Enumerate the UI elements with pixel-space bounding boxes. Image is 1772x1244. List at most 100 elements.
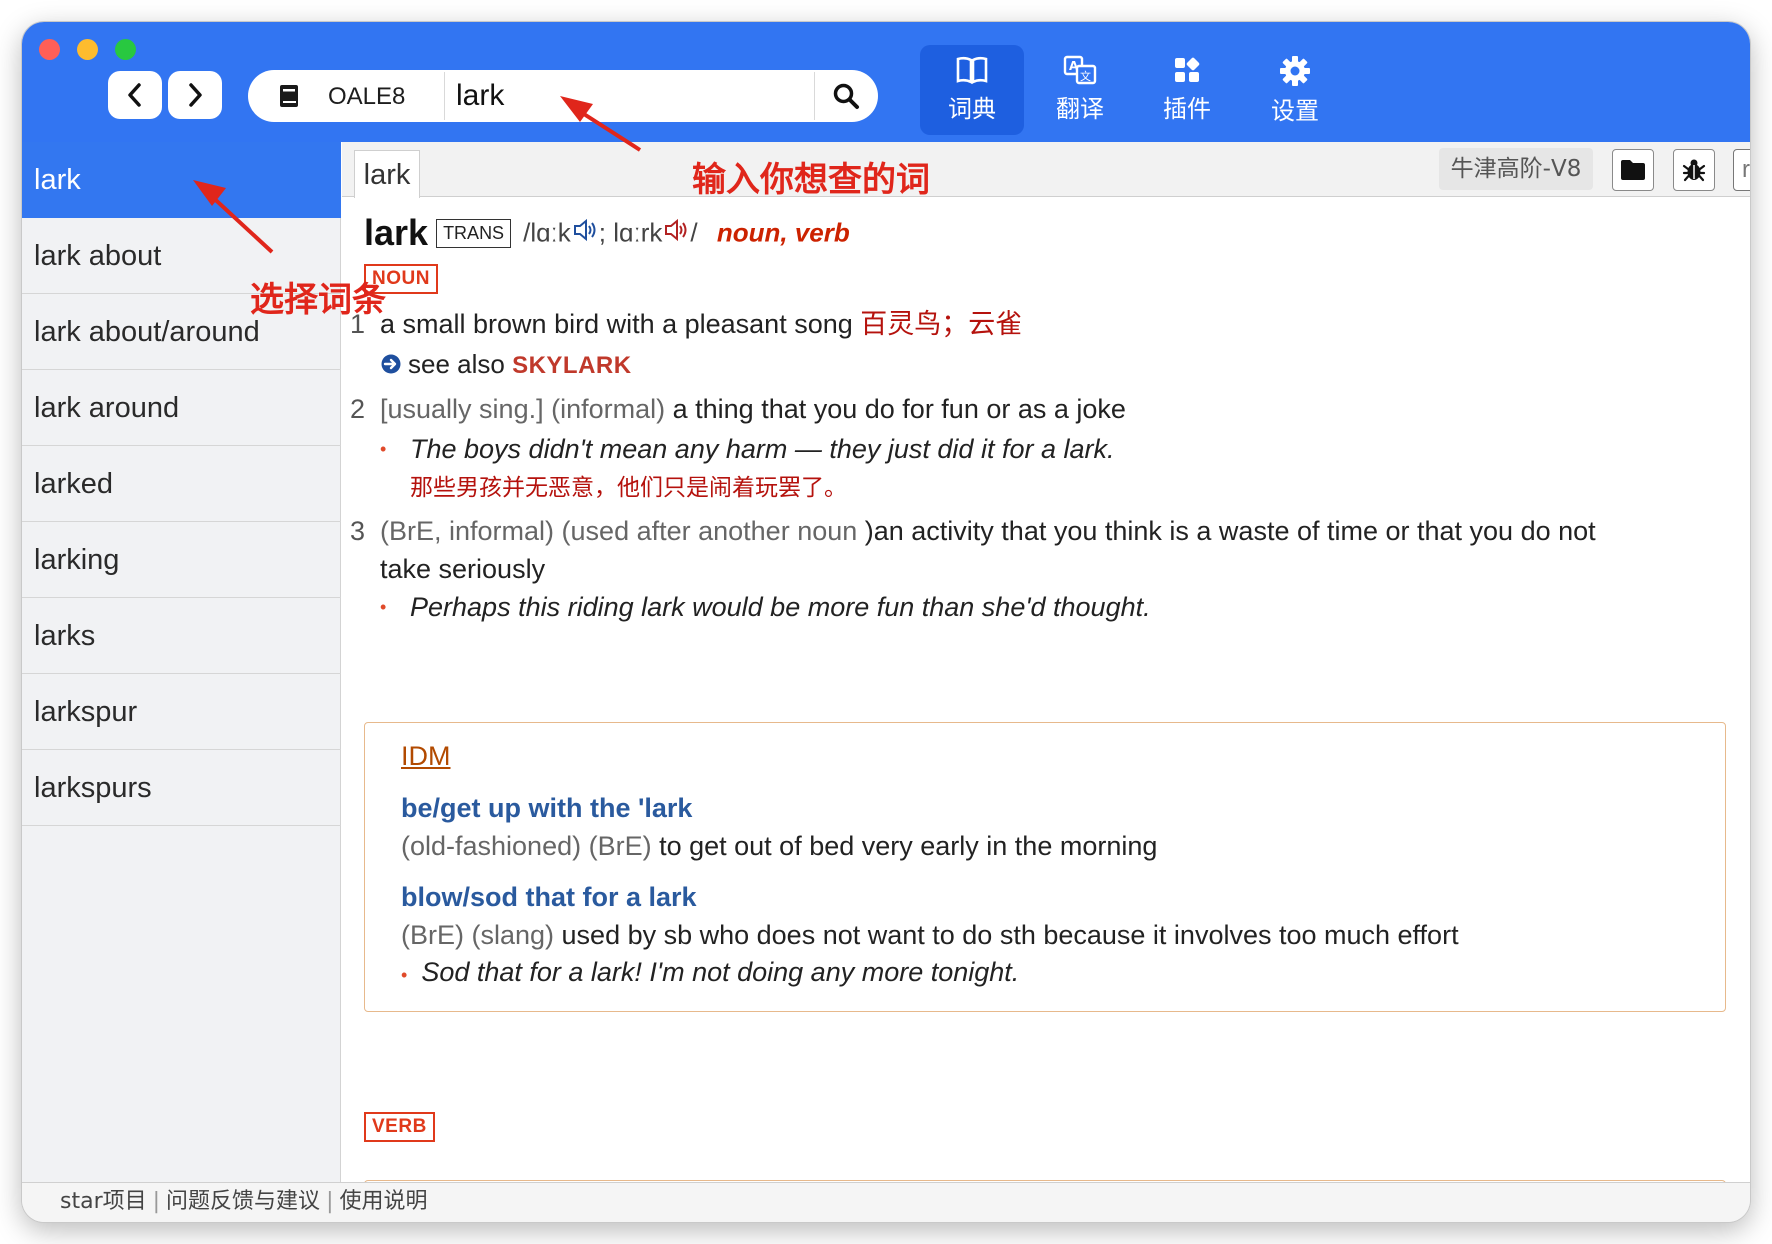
content-tab-lark[interactable]: lark bbox=[354, 150, 420, 198]
sense-translation: 百灵鸟；云雀 bbox=[860, 309, 1023, 339]
pron-british: lɑːk bbox=[530, 217, 571, 248]
idiom-definition: (BrE) (slang) used by sb who does not wa… bbox=[401, 920, 1459, 951]
plugin-icon bbox=[1175, 57, 1200, 82]
tab-settings[interactable]: 设置 bbox=[1243, 45, 1347, 135]
chevron-right-icon bbox=[189, 83, 202, 107]
content-toolbar: lark 牛津高阶-V8 bbox=[342, 142, 1750, 198]
trans-badge[interactable]: TRANS bbox=[436, 218, 512, 248]
word-list-item[interactable]: larkspurs bbox=[22, 750, 341, 826]
example-translation: 那些男孩并无恶意，他们只是闹着玩罢了。 bbox=[410, 474, 847, 500]
grammar-label: [usually sing.] bbox=[380, 394, 544, 424]
tab-label: 设置 bbox=[1271, 97, 1319, 125]
divider bbox=[444, 72, 445, 120]
idiom-example: • Sod that for a lark! I'm not doing any … bbox=[401, 957, 1019, 988]
word-list-item[interactable]: larks bbox=[22, 598, 341, 674]
back-button[interactable] bbox=[108, 71, 162, 119]
pos-noun-link[interactable]: noun bbox=[717, 218, 781, 248]
register-label: (BrE, informal) bbox=[380, 516, 555, 546]
sense-number: 1 bbox=[350, 309, 366, 339]
zoom-window-button[interactable] bbox=[115, 39, 136, 60]
see-also-label: see also bbox=[408, 349, 513, 379]
gear-icon bbox=[1280, 56, 1310, 86]
forward-button[interactable] bbox=[168, 71, 222, 119]
tab-dictionary[interactable]: 词典 bbox=[920, 45, 1024, 135]
pron-american: lɑːrk bbox=[613, 217, 663, 248]
see-also: see also SKYLARK bbox=[380, 345, 1720, 385]
word-list-item[interactable]: lark about bbox=[22, 218, 341, 294]
open-folder-button[interactable] bbox=[1612, 149, 1654, 191]
search-bar: OALE8 bbox=[248, 70, 878, 122]
tab-plugins[interactable]: 插件 bbox=[1135, 45, 1239, 135]
word-list-item[interactable]: larkspur bbox=[22, 674, 341, 750]
word-list-sidebar: lark lark about lark about/around lark a… bbox=[22, 142, 341, 1182]
sense-number: 3 bbox=[350, 516, 366, 546]
footer-link-star[interactable]: star项目 bbox=[60, 1189, 147, 1214]
translate-icon: A文 bbox=[1063, 55, 1097, 85]
idiom-labels: (old-fashioned) (BrE) bbox=[401, 831, 652, 861]
sense-definition: )an activity that you think is a waste o… bbox=[864, 516, 1596, 546]
headword: lark bbox=[364, 212, 429, 253]
bullet: • bbox=[380, 439, 387, 459]
bug-icon bbox=[1682, 159, 1706, 182]
bullet: • bbox=[380, 597, 387, 617]
pron-separator: ; bbox=[598, 217, 614, 248]
search-icon[interactable] bbox=[832, 82, 860, 114]
search-input[interactable] bbox=[456, 76, 756, 116]
resource-key-input[interactable] bbox=[1733, 149, 1750, 191]
idiom-phrase: be/get up with the 'lark bbox=[401, 793, 693, 823]
sense-definition: a thing that you do for fun or as a joke bbox=[665, 394, 1126, 424]
footer-link-help[interactable]: 使用说明 bbox=[339, 1189, 427, 1214]
pos-separator: , bbox=[780, 217, 795, 248]
speaker-icon-american[interactable] bbox=[663, 217, 689, 250]
entry-header: lark TRANS/lɑːk; lɑːrk / noun, verb bbox=[364, 212, 850, 254]
word-list-item[interactable]: larked bbox=[22, 446, 341, 522]
speaker-icon-british[interactable] bbox=[572, 217, 598, 250]
word-list-item[interactable]: larking bbox=[22, 522, 341, 598]
tab-label: 插件 bbox=[1163, 95, 1211, 123]
sense-definition: a small brown bird with a pleasant song bbox=[380, 309, 861, 339]
word-list-item[interactable]: lark bbox=[22, 142, 341, 218]
idioms-heading-link[interactable]: IDM bbox=[401, 741, 451, 772]
footer-link-feedback[interactable]: 问题反馈与建议 bbox=[166, 1189, 320, 1214]
idiom-def-text: to get out of bed very early in the morn… bbox=[651, 831, 1158, 861]
close-window-button[interactable] bbox=[39, 39, 60, 60]
tab-translate[interactable]: A文 翻译 bbox=[1028, 45, 1132, 135]
entry-content: lark TRANS/lɑːk; lɑːrk / noun, verb NOUN 1… bbox=[342, 198, 1750, 1182]
minimize-window-button[interactable] bbox=[77, 39, 98, 60]
pron-slash: / bbox=[690, 217, 698, 248]
sense-1: 1 a small brown bird with a pleasant son… bbox=[342, 305, 1742, 385]
dictionary-book-icon[interactable] bbox=[278, 84, 300, 112]
register-label: (informal) bbox=[551, 394, 666, 424]
footer-separator: | bbox=[326, 1189, 334, 1214]
word-list-item[interactable]: lark around bbox=[22, 370, 341, 446]
dictionary-name-label: 牛津高阶-V8 bbox=[1439, 148, 1593, 190]
folder-icon bbox=[1621, 160, 1645, 180]
chevron-left-icon bbox=[128, 83, 141, 107]
debug-button[interactable] bbox=[1673, 149, 1715, 191]
idiom-labels: (BrE) (slang) bbox=[401, 920, 555, 950]
arrow-right-circle-icon bbox=[380, 347, 402, 385]
sense-definition-cont: take seriously bbox=[380, 554, 546, 584]
sense-2: 2 [usually sing.] (informal) a thing tha… bbox=[342, 390, 1742, 510]
sense-number: 2 bbox=[350, 394, 366, 424]
sense-3: 3 (BrE, informal) (used after another no… bbox=[342, 512, 1742, 632]
idiom-def-text: used by sb who does not want to do sth b… bbox=[554, 920, 1459, 950]
toolbar: OALE8 词典 A文 翻译 插件 设置 bbox=[22, 22, 1750, 142]
word-list-item[interactable]: lark about/around bbox=[22, 294, 341, 370]
usage-label: (used after another noun bbox=[561, 516, 865, 546]
idiom-definition: (old-fashioned) (BrE) to get out of bed … bbox=[401, 831, 1157, 862]
noun-section-badge: NOUN bbox=[364, 264, 438, 294]
svg-text:文: 文 bbox=[1080, 69, 1091, 83]
pos-verb-link[interactable]: verb bbox=[795, 218, 850, 248]
tab-label: 词典 bbox=[948, 95, 996, 123]
idioms-box: IDM be/get up with the 'lark (old-fashio… bbox=[364, 722, 1726, 1012]
idiom-example-text: Sod that for a lark! I'm not doing any m… bbox=[421, 957, 1020, 987]
see-also-link[interactable]: SKYLARK bbox=[512, 352, 632, 379]
example-text: The boys didn't mean any harm — they jus… bbox=[410, 434, 1115, 464]
idiom-phrase: blow/sod that for a lark bbox=[401, 882, 697, 912]
book-icon bbox=[956, 56, 988, 85]
verb-section-badge: VERB bbox=[364, 1112, 435, 1142]
dictionary-selector[interactable]: OALE8 bbox=[328, 83, 405, 111]
footer: star项目 | 问题反馈与建议 | 使用说明 bbox=[22, 1182, 1750, 1222]
tab-label: 翻译 bbox=[1056, 95, 1104, 123]
